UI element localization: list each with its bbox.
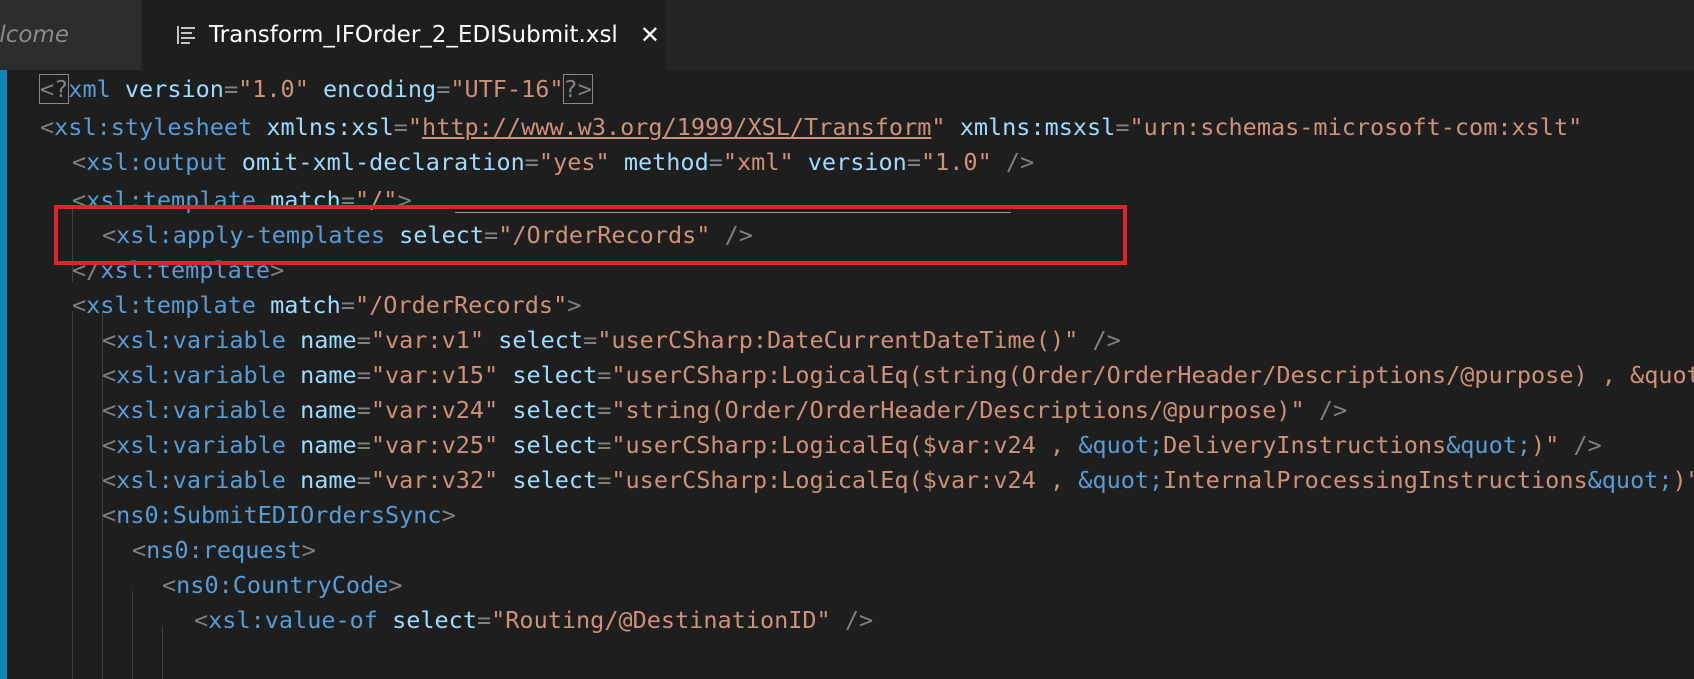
- tag-name: xsl:variable: [116, 326, 286, 354]
- entity: &quot;: [1078, 431, 1164, 459]
- attr-value: "var:v25": [370, 431, 499, 459]
- link-underline: [455, 212, 1011, 213]
- attr-value: "UTF-16": [450, 75, 564, 103]
- code-line: <xsl:variable name="var:v24" select="str…: [102, 396, 1348, 424]
- tag-name: xml: [68, 75, 111, 103]
- code-line: <xsl:template match="/OrderRecords">: [72, 291, 582, 319]
- code-line: <xsl:template match="/">: [72, 186, 412, 214]
- attr-name: select: [498, 326, 584, 354]
- code-line: <xsl:variable name="var:v1" select="user…: [102, 326, 1121, 354]
- attr-value: "var:v24": [370, 396, 499, 424]
- attr-value: "urn:schemas-microsoft-com:xslt": [1129, 113, 1583, 141]
- code-line: <?xml version="1.0" encoding="UTF-16"?>: [38, 74, 593, 104]
- code-line: <xsl:variable name="var:v32" select="use…: [102, 466, 1694, 494]
- file-lines-icon: [177, 26, 195, 44]
- attr-name: encoding: [323, 75, 437, 103]
- attr-value: "/OrderRecords": [498, 221, 711, 249]
- attr-value: "userCSharp:LogicalEq($var:v24 ,: [611, 466, 1079, 494]
- entity: &quot;: [1446, 431, 1532, 459]
- attr-name: version: [807, 148, 907, 176]
- editor-window: elcome Transform_IFOrder_2_EDISubmit.xsl…: [0, 0, 1694, 679]
- close-tab-icon[interactable]: ✕: [640, 21, 660, 49]
- tab-welcome-label: elcome: [0, 22, 69, 48]
- attr-name: name: [300, 396, 357, 424]
- tab-transform-xsl[interactable]: Transform_IFOrder_2_EDISubmit.xsl ✕: [143, 0, 665, 70]
- tag-name: xsl:apply-templates: [116, 221, 385, 249]
- code-line-highlighted: <xsl:output omit-xml-declaration="yes" m…: [72, 148, 1035, 176]
- attr-name: select: [512, 396, 598, 424]
- entity: &quot;: [1587, 466, 1673, 494]
- code-line: </xsl:template>: [72, 256, 285, 284]
- attr-value-link[interactable]: http://www.w3.org/1999/XSL/Transform: [422, 113, 931, 141]
- tag-name: ns0:SubmitEDIOrdersSync: [116, 501, 442, 529]
- code-line: <xsl:variable name="var:v25" select="use…: [102, 431, 1602, 459]
- attr-value: "var:v32": [370, 466, 499, 494]
- attr-value: "var:v1": [370, 326, 485, 354]
- code-line: <ns0:SubmitEDIOrdersSync>: [102, 501, 456, 529]
- attr-name: match: [270, 291, 341, 319]
- attr-name: method: [623, 148, 709, 176]
- code-line: <xsl:stylesheet xmlns:xsl="http://www.w3…: [40, 113, 1583, 141]
- tag-name: xsl:variable: [116, 466, 286, 494]
- tab-welcome[interactable]: elcome: [0, 0, 142, 70]
- attr-value: "yes": [538, 148, 610, 176]
- tag-name: xsl:template: [86, 291, 256, 319]
- attr-value: "/OrderRecords": [355, 291, 568, 319]
- code-line: <ns0:CountryCode>: [162, 571, 403, 599]
- tab-transform-xsl-label: Transform_IFOrder_2_EDISubmit.xsl: [209, 22, 618, 48]
- tag-name: xsl:stylesheet: [54, 113, 253, 141]
- indent-guide: [162, 626, 163, 679]
- code-line: <xsl:apply-templates select="/OrderRecor…: [102, 221, 753, 249]
- attr-name: select: [399, 221, 485, 249]
- bracket-close: ?>: [562, 74, 593, 104]
- attr-name: select: [512, 466, 598, 494]
- attr-name: select: [392, 606, 477, 634]
- tag-name: xsl:value-of: [208, 606, 378, 634]
- attr-value: "1.0": [920, 148, 992, 176]
- attr-value: "xml": [722, 148, 794, 176]
- code-line: <ns0:request>: [132, 536, 316, 564]
- tag-name: xsl:variable: [116, 431, 286, 459]
- attr-value: "userCSharp:LogicalEq(string(Order/Order…: [611, 361, 1694, 389]
- attr-value: "userCSharp:DateCurrentDateTime()": [597, 326, 1079, 354]
- attr-name: name: [300, 361, 357, 389]
- code-line: <xsl:variable name="var:v15" select="use…: [102, 356, 1694, 394]
- attr-value: "/": [355, 186, 398, 214]
- attr-name: xmlns:msxsl: [959, 113, 1116, 141]
- attr-value: "Routing/@DestinationID": [491, 606, 831, 634]
- attr-value: "var:v15": [370, 361, 499, 389]
- attr-name: match: [270, 186, 341, 214]
- attr-name: select: [512, 361, 598, 389]
- tag-name: xsl:variable: [116, 361, 286, 389]
- tag-name: ns0:CountryCode: [176, 571, 389, 599]
- attr-name: select: [512, 431, 598, 459]
- bracket-open: <?: [38, 74, 70, 104]
- attr-value: "string(Order/OrderHeader/Descriptions/@…: [611, 396, 1305, 424]
- entity: &quot;: [1078, 466, 1164, 494]
- tag-name: xsl:variable: [116, 396, 286, 424]
- attr-value: "1.0": [238, 75, 309, 103]
- tag-name: ns0:request: [146, 536, 302, 564]
- attr-name: name: [300, 431, 357, 459]
- code-editor[interactable]: <?xml version="1.0" encoding="UTF-16"?> …: [0, 70, 1694, 679]
- code-line: <xsl:value-of select="Routing/@Destinati…: [194, 606, 874, 634]
- attr-name: name: [300, 326, 357, 354]
- indent-guide: [72, 311, 73, 679]
- attr-value: "userCSharp:LogicalEq($var:v24 ,: [611, 431, 1079, 459]
- attr-name: omit-xml-declaration: [241, 148, 525, 176]
- attr-name: version: [124, 75, 224, 103]
- tag-name: xsl:template: [100, 256, 271, 284]
- attr-name: name: [300, 466, 357, 494]
- tag-name: xsl:output: [86, 148, 228, 176]
- tag-name: xsl:template: [86, 186, 256, 214]
- attr-name: xmlns:xsl: [266, 113, 394, 141]
- tab-bar: elcome Transform_IFOrder_2_EDISubmit.xsl…: [0, 0, 1694, 70]
- indent-guide: [132, 591, 133, 679]
